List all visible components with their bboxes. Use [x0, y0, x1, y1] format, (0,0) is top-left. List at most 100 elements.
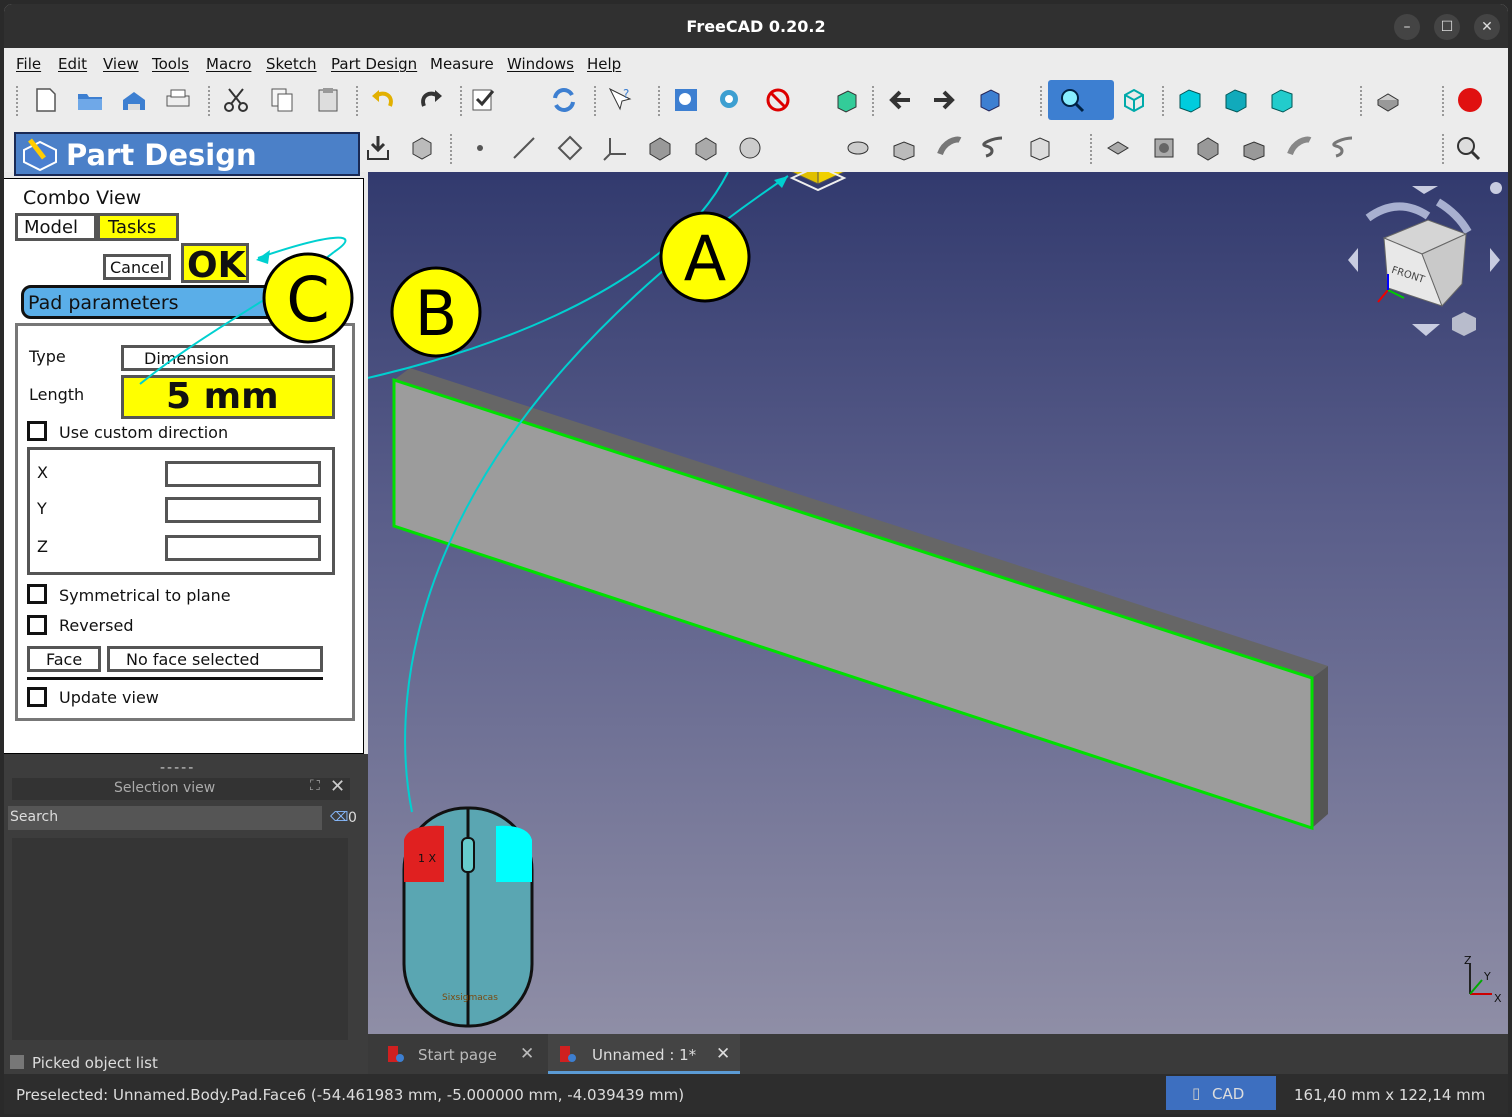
undo-icon[interactable]	[370, 86, 398, 114]
nav-right-arrow[interactable]	[1490, 248, 1500, 272]
title-bar: FreeCAD 0.20.2 – ☐ ✕	[4, 4, 1508, 48]
whats-this-icon[interactable]: ?	[606, 86, 634, 114]
draw-style-icon[interactable]	[764, 86, 792, 114]
navigation-style-button[interactable]: ▯ CAD	[1166, 1076, 1276, 1110]
hole-icon[interactable]	[1150, 134, 1178, 162]
menu-part-design[interactable]: Part Design	[331, 55, 417, 73]
tab-unnamed[interactable]: Unnamed : 1* ✕	[548, 1034, 740, 1074]
annotation-c-layer: C	[139, 236, 354, 385]
pipe-icon[interactable]	[936, 134, 964, 162]
pocket-icon[interactable]	[1104, 134, 1132, 162]
search-label: Search	[10, 809, 59, 825]
picked-list-checkbox[interactable]	[10, 1055, 24, 1069]
top-view-icon[interactable]	[1222, 86, 1250, 114]
record-macro-icon[interactable]	[1456, 86, 1484, 114]
helix-icon[interactable]	[980, 134, 1008, 162]
mouse-brand-label: Sixsigmacas	[442, 993, 498, 1003]
std-views-icon[interactable]	[976, 86, 1004, 114]
document-tabs: Start page ✕ Unnamed : 1* ✕	[368, 1034, 1508, 1074]
save-icon[interactable]	[120, 86, 148, 114]
menu-macro[interactable]: Macro	[206, 55, 251, 73]
selection-count: 0	[348, 810, 357, 826]
part-body-icon[interactable]	[408, 134, 436, 162]
symmetrical-checkbox[interactable]	[27, 584, 47, 604]
redo-icon[interactable]	[416, 86, 444, 114]
datum-point-icon[interactable]	[466, 134, 494, 162]
front-view-icon[interactable]	[1176, 86, 1204, 114]
maximize-button[interactable]: ☐	[1434, 14, 1460, 40]
minimize-button[interactable]: –	[1394, 14, 1420, 40]
face-selection-field[interactable]: No face selected	[107, 646, 323, 672]
mouse-scroll-wheel	[461, 837, 475, 873]
subtractive-pipe-icon[interactable]	[1286, 134, 1314, 162]
menu-bar: File Edit View Tools Macro Sketch Part D…	[4, 48, 1508, 76]
copy-icon[interactable]	[268, 86, 296, 114]
update-view-checkbox[interactable]	[27, 687, 47, 707]
revolution-icon[interactable]	[844, 134, 872, 162]
workbench-part-icon[interactable]	[1374, 86, 1402, 114]
nav-left-arrow[interactable]	[1348, 248, 1358, 272]
recompute-icon[interactable]	[550, 86, 578, 114]
3d-viewport[interactable]: FRONT Z Y X 1 X Sixsigmacas A B	[368, 172, 1508, 1034]
workbench-selector[interactable]: Part Design	[14, 132, 360, 176]
menu-view[interactable]: View	[103, 55, 139, 73]
zoom-active-button[interactable]	[1048, 80, 1114, 120]
subtractive-helix-icon[interactable]	[1330, 134, 1358, 162]
measure-icon[interactable]	[1454, 134, 1482, 162]
close-panel-icon[interactable]: ✕	[330, 776, 345, 797]
close-tab-icon[interactable]: ✕	[520, 1044, 534, 1064]
fit-all-icon[interactable]	[672, 86, 700, 114]
cut-icon[interactable]	[222, 86, 250, 114]
open-folder-icon[interactable]	[76, 86, 104, 114]
paste-icon[interactable]	[314, 86, 342, 114]
menu-file[interactable]: File	[16, 55, 41, 73]
clear-search-icon[interactable]: ⌫	[330, 810, 348, 825]
float-panel-icon[interactable]: ⛶	[310, 778, 320, 794]
splitter-handle[interactable]: -----	[160, 760, 195, 776]
new-document-icon[interactable]	[32, 86, 60, 114]
tab-start-page[interactable]: Start page ✕	[380, 1034, 540, 1074]
clone-icon[interactable]	[736, 134, 764, 162]
primitive-icon[interactable]	[1026, 134, 1054, 162]
subshape-binder-icon[interactable]	[692, 134, 720, 162]
groove-icon[interactable]	[1194, 134, 1222, 162]
rotate-left-icon[interactable]	[1365, 202, 1431, 222]
navigation-cube[interactable]: FRONT	[1348, 182, 1502, 336]
refresh-check-icon[interactable]	[470, 86, 498, 114]
close-tab-icon[interactable]: ✕	[716, 1044, 730, 1064]
close-window-button[interactable]: ✕	[1474, 14, 1500, 40]
menu-tools[interactable]: Tools	[152, 55, 189, 73]
import-icon[interactable]	[364, 134, 392, 162]
local-cs-icon[interactable]	[602, 134, 630, 162]
subtractive-loft-icon[interactable]	[1240, 134, 1268, 162]
search-input[interactable]: Search	[8, 806, 322, 830]
nav-up-arrow[interactable]	[1412, 186, 1438, 194]
isometric-view-icon[interactable]	[1120, 86, 1148, 114]
right-view-icon[interactable]	[1268, 86, 1296, 114]
datum-line-icon[interactable]	[510, 134, 538, 162]
shape-binder-icon[interactable]	[646, 134, 674, 162]
menu-help[interactable]: Help	[587, 55, 621, 73]
axis-triad: Z Y X	[1464, 954, 1502, 1005]
pad-front-face[interactable]	[392, 377, 1314, 831]
menu-windows[interactable]: Windows	[507, 55, 574, 73]
loft-icon[interactable]	[890, 134, 918, 162]
fit-selection-icon[interactable]	[716, 86, 744, 114]
selection-list[interactable]	[12, 838, 348, 1040]
bounding-box-icon[interactable]	[832, 86, 860, 114]
menu-sketch[interactable]: Sketch	[266, 55, 317, 73]
datum-plane-icon[interactable]	[556, 134, 584, 162]
face-button[interactable]: Face	[27, 646, 101, 672]
toolbar-grip	[16, 86, 18, 116]
forward-arrow-icon[interactable]	[930, 86, 958, 114]
nav-down-arrow[interactable]	[1412, 324, 1440, 336]
menu-measure[interactable]: Measure	[430, 55, 494, 73]
nav-menu-dot[interactable]	[1490, 182, 1502, 194]
print-icon[interactable]	[164, 86, 192, 114]
menu-edit[interactable]: Edit	[58, 55, 87, 73]
pad-icon[interactable]	[788, 172, 847, 192]
nav-small-cube[interactable]	[1452, 312, 1476, 336]
reversed-checkbox[interactable]	[27, 615, 47, 635]
back-arrow-icon[interactable]	[886, 86, 914, 114]
tab-start-label: Start page	[418, 1046, 497, 1064]
